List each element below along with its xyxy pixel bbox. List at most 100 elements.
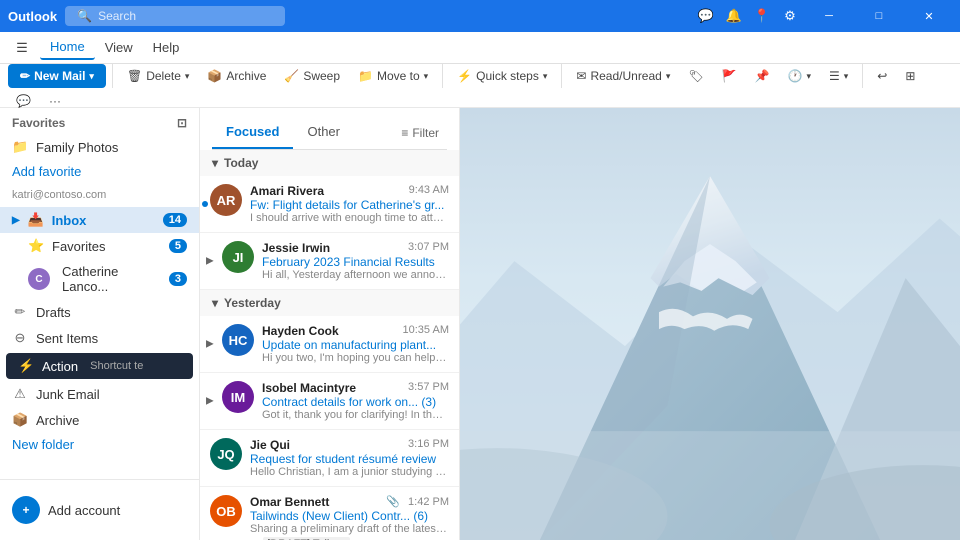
messages-container: ▾ Today AR Amari Rivera 9:43 AM Fw: Flig… [200,150,459,540]
sidebar-item-favorites-sub[interactable]: ⭐ Favorites 5 [0,233,199,259]
read-unread-button[interactable]: ✉Read/Unread▾ [568,65,678,87]
junk-icon: ⚠ [12,386,28,402]
sidebar-item-catherine[interactable]: C Catherine Lanco... 3 [0,259,199,299]
message-item[interactable]: ▶ JI Jessie Irwin 3:07 PM February 2023 … [200,233,459,290]
bell-icon[interactable]: 🔔 [722,4,746,28]
search-input[interactable] [98,9,268,23]
chat-icon[interactable]: 💬 [694,4,718,28]
sidebar-new-folder[interactable]: New folder [0,433,199,456]
search-icon: 🔍 [77,9,92,23]
new-mail-caret[interactable]: ▾ [89,71,94,82]
sweep-button[interactable]: 🧹Sweep [276,65,348,87]
add-account-button[interactable]: + Add account [0,488,199,532]
message-list-header: Focused Other ≡ Filter [200,108,459,150]
star-icon: ⭐ [28,238,44,254]
menu-help[interactable]: Help [143,36,190,59]
avatar: IM [222,381,254,413]
grid-button[interactable]: ⊞ [897,65,923,87]
pin-icon: 📌 [755,69,770,83]
sidebar-add-favorite[interactable]: Add favorite [0,160,199,183]
sidebar-item-family-photos[interactable]: 📁 Family Photos [0,134,199,160]
search-bar[interactable]: 🔍 [65,6,285,26]
sidebar-item-archive[interactable]: 📦 Archive [0,407,199,433]
settings-icon[interactable]: ⚙ [778,4,802,28]
collapse-icon[interactable]: ▾ [212,156,218,170]
move-icon: 📁 [358,69,373,83]
hamburger-menu[interactable]: ☰ [8,34,36,62]
delete-button[interactable]: 🗑Delete▾ [119,65,197,87]
filter-button[interactable]: ≡ Filter [393,116,447,149]
menu-view[interactable]: View [95,36,143,59]
message-item[interactable]: ▶ IM Isobel Macintyre 3:57 PM Contract d… [200,373,459,430]
close-button[interactable]: ✕ [906,0,952,32]
message-preview: Hello Christian, I am a junior studying … [250,466,449,478]
move-to-button[interactable]: 📁Move to▾ [350,65,436,87]
menu-home[interactable]: Home [40,35,95,60]
quick-steps-button[interactable]: ⚡Quick steps▾ [449,65,555,87]
message-content: Jie Qui 3:16 PM Request for student résu… [250,438,449,478]
message-sender: Omar Bennett [250,495,329,509]
message-item[interactable]: ▶ HC Hayden Cook 10:35 AM Update on manu… [200,316,459,373]
grid-icon: ⊞ [905,69,915,83]
message-subject: Contract details for work on... (3) [262,395,449,409]
sidebar-item-sent[interactable]: ⊖ Sent Items [0,325,199,351]
attachment-icon: 📎 [386,495,400,508]
message-preview: Sharing a preliminary draft of the lates… [250,523,449,535]
add-account-avatar: + [12,496,40,524]
time-button[interactable]: 🕐▾ [780,65,819,87]
tab-other[interactable]: Other [293,116,354,149]
sidebar-expand-icon[interactable]: ⊡ [177,116,187,130]
titlebar-controls: 💬 🔔 📍 ⚙ ─ □ ✕ [694,0,952,32]
message-list: Focused Other ≡ Filter ▾ Today AR Ama [200,108,460,540]
quick-steps-icon: ⚡ [457,69,472,83]
message-preview: Hi you two, I'm hoping you can help me [262,352,449,364]
view-button[interactable]: ☰▾ [821,65,856,87]
message-item[interactable]: JQ Jie Qui 3:16 PM Request for student r… [200,430,459,487]
message-sender: Isobel Macintyre [262,381,356,395]
inbox-badge: 14 [163,213,187,227]
sidebar-item-action[interactable]: ⚡ Action Shortcut te [6,353,193,379]
sidebar: Favorites ⊡ 📁 Family Photos Add favorite… [0,108,200,540]
catherine-avatar: C [28,268,50,290]
message-sender: Amari Rivera [250,184,324,198]
titlebar: Outlook 🔍 💬 🔔 📍 ⚙ ─ □ ✕ [0,0,960,32]
message-subject: Fw: Flight details for Catherine's gr... [250,198,449,212]
mountain-svg [460,108,960,540]
message-item[interactable]: AR Amari Rivera 9:43 AM Fw: Flight detai… [200,176,459,233]
toolbar-divider-4 [862,64,863,88]
undo-button[interactable]: ↩ [869,65,895,87]
tag-button[interactable]: 🏷 [680,65,711,87]
minimize-button[interactable]: ─ [806,0,852,32]
message-time: 10:35 AM [403,324,449,336]
titlebar-left: Outlook 🔍 [8,6,285,26]
expand-caret-icon: ▶ [12,215,20,226]
message-time: 3:57 PM [408,381,449,393]
new-mail-button[interactable]: ✏ New Mail ▾ [8,64,106,88]
sidebar-favorites-section: Favorites ⊡ 📁 Family Photos Add favorite [0,108,199,187]
message-content: Isobel Macintyre 3:57 PM Contract detail… [262,381,449,421]
favorites-badge: 5 [169,239,187,253]
message-subject: Tailwinds (New Client) Contr... (6) [250,509,449,523]
avatar: OB [210,495,242,527]
message-subject: Update on manufacturing plant... [262,338,449,352]
more-icon: ··· [49,94,61,108]
message-sender: Hayden Cook [262,324,339,338]
tab-focused[interactable]: Focused [212,116,293,149]
collapse-icon[interactable]: ▾ [212,296,218,310]
bookmark-icon[interactable]: 📍 [750,4,774,28]
message-content: Amari Rivera 9:43 AM Fw: Flight details … [250,184,449,224]
clock-icon: 🕐 [788,69,803,83]
flag-button[interactable]: 🚩 [714,65,745,87]
toolbar: ✏ New Mail ▾ 🗑Delete▾ 📦Archive 🧹Sweep 📁M… [0,64,960,108]
sidebar-item-drafts[interactable]: ✏ Drafts [0,299,199,325]
maximize-button[interactable]: □ [856,0,902,32]
envelope-icon: ✉ [576,69,586,83]
toolbar-divider-1 [112,64,113,88]
archive-button[interactable]: 📦Archive [199,65,274,87]
message-item[interactable]: OB Omar Bennett 📎 1:42 PM Tailwinds (New… [200,487,459,540]
view-icon: ☰ [829,69,840,83]
pin-button[interactable]: 📌 [747,65,778,87]
sidebar-item-junk[interactable]: ⚠ Junk Email [0,381,199,407]
message-time: 9:43 AM [409,184,449,196]
sidebar-item-inbox[interactable]: ▶ 📥 Inbox 14 [0,207,199,233]
